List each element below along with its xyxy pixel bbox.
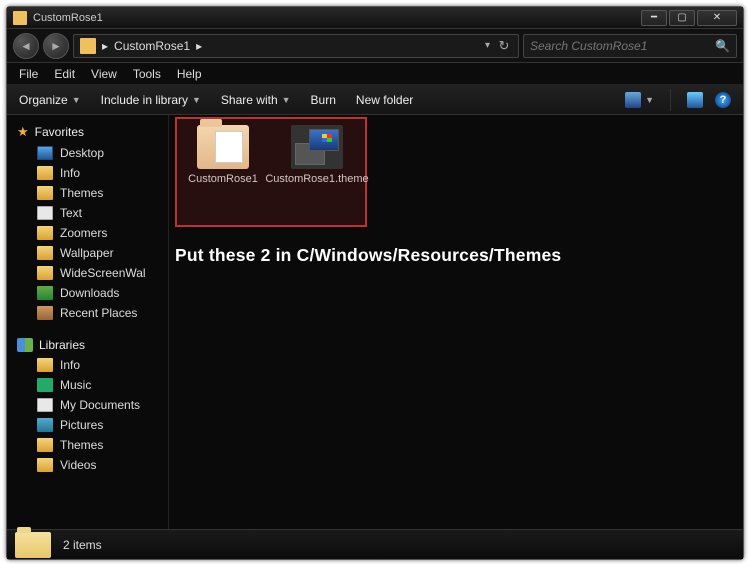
- sidebar-item[interactable]: Text: [7, 203, 168, 223]
- view-options-button[interactable]: ▼: [625, 92, 654, 108]
- folder-icon: [37, 186, 53, 200]
- menu-help[interactable]: Help: [177, 67, 202, 81]
- preview-pane-button[interactable]: [687, 92, 703, 108]
- address-bar[interactable]: ▸ CustomRose1 ▸ ▾ ↻: [73, 34, 519, 58]
- pic-icon: [37, 418, 53, 432]
- search-box[interactable]: Search CustomRose1 🔍: [523, 34, 737, 58]
- sidebar-item-label: My Documents: [60, 398, 140, 412]
- sidebar-item-label: Wallpaper: [60, 246, 114, 260]
- annotation-text: Put these 2 in C/Windows/Resources/Theme…: [175, 245, 561, 266]
- file-label: CustomRose1: [188, 173, 258, 186]
- annotation-highlight: CustomRose1 CustomRose1.theme: [175, 117, 367, 227]
- folder-icon: [37, 266, 53, 280]
- content-pane[interactable]: CustomRose1 CustomRose1.theme Put these …: [169, 115, 743, 529]
- status-folder-icon: [15, 532, 51, 558]
- explorer-window: CustomRose1 ━ ▢ ✕ ◄ ► ▸ CustomRose1 ▸ ▾ …: [6, 6, 744, 560]
- folder-icon: [80, 38, 96, 54]
- sidebar-item[interactable]: Info: [7, 355, 168, 375]
- doc-icon: [37, 398, 53, 412]
- sidebar-item[interactable]: My Documents: [7, 395, 168, 415]
- mon-icon: [37, 146, 53, 160]
- favorites-header[interactable]: ★ Favorites: [7, 121, 168, 143]
- folder-icon: [37, 438, 53, 452]
- sidebar-item[interactable]: Themes: [7, 435, 168, 455]
- search-placeholder: Search CustomRose1: [530, 39, 647, 53]
- include-library-menu[interactable]: Include in library▼: [101, 93, 201, 107]
- sidebar-item[interactable]: Info: [7, 163, 168, 183]
- item-count: 2 items: [63, 538, 102, 552]
- titlebar[interactable]: CustomRose1 ━ ▢ ✕: [7, 7, 743, 29]
- sidebar-item[interactable]: Desktop: [7, 143, 168, 163]
- help-button[interactable]: ?: [715, 92, 731, 108]
- sidebar-item[interactable]: Themes: [7, 183, 168, 203]
- folder-icon: [37, 226, 53, 240]
- sidebar-item[interactable]: Recent Places: [7, 303, 168, 323]
- sidebar-item-label: Desktop: [60, 146, 104, 160]
- window-title: CustomRose1: [33, 12, 103, 24]
- folder-icon: [197, 125, 249, 169]
- file-item-folder[interactable]: CustomRose1: [181, 125, 265, 219]
- file-item-theme[interactable]: CustomRose1.theme: [273, 125, 361, 219]
- sidebar-item[interactable]: Wallpaper: [7, 243, 168, 263]
- sidebar-item-label: Zoomers: [60, 226, 107, 240]
- sidebar-item[interactable]: Downloads: [7, 283, 168, 303]
- nav-bar: ◄ ► ▸ CustomRose1 ▸ ▾ ↻ Search CustomRos…: [7, 29, 743, 63]
- file-label: CustomRose1.theme: [265, 173, 368, 186]
- music-icon: [37, 378, 53, 392]
- sidebar-item-label: Pictures: [60, 418, 103, 432]
- navigation-pane: ★ Favorites Desktop Info Themes Text Zoomers…: [7, 115, 169, 529]
- sidebar-item-label: Downloads: [60, 286, 119, 300]
- sidebar-item-label: Info: [60, 166, 80, 180]
- path-segment[interactable]: CustomRose1: [114, 39, 190, 53]
- sidebar-item[interactable]: Zoomers: [7, 223, 168, 243]
- sidebar-item[interactable]: Music: [7, 375, 168, 395]
- burn-button[interactable]: Burn: [311, 93, 336, 107]
- refresh-button[interactable]: ↻: [496, 38, 512, 54]
- folder-icon: [37, 246, 53, 260]
- share-with-menu[interactable]: Share with▼: [221, 93, 291, 107]
- path-sep: ▸: [196, 39, 202, 53]
- command-bar: Organize▼ Include in library▼ Share with…: [7, 85, 743, 115]
- menu-tools[interactable]: Tools: [133, 67, 161, 81]
- new-folder-button[interactable]: New folder: [356, 93, 413, 107]
- separator: [670, 89, 671, 111]
- window-folder-icon: [13, 11, 27, 25]
- sidebar-item-label: Text: [60, 206, 82, 220]
- sidebar-item[interactable]: Pictures: [7, 415, 168, 435]
- rec-icon: [37, 306, 53, 320]
- search-icon: 🔍: [715, 39, 730, 53]
- sidebar-item-label: Themes: [60, 186, 103, 200]
- sidebar-item-label: Recent Places: [60, 306, 137, 320]
- maximize-button[interactable]: ▢: [669, 10, 695, 26]
- sidebar-item-label: Themes: [60, 438, 103, 452]
- dl-icon: [37, 286, 53, 300]
- sidebar-item-label: Videos: [60, 458, 96, 472]
- menu-edit[interactable]: Edit: [54, 67, 75, 81]
- folder-icon: [37, 358, 53, 372]
- sidebar-item-label: WideScreenWal: [60, 266, 146, 280]
- folder-icon: [37, 166, 53, 180]
- star-icon: ★: [17, 124, 29, 140]
- close-button[interactable]: ✕: [697, 10, 737, 26]
- status-bar: 2 items: [7, 529, 743, 559]
- sidebar-item-label: Info: [60, 358, 80, 372]
- minimize-button[interactable]: ━: [641, 10, 667, 26]
- libraries-icon: [17, 338, 33, 352]
- forward-button[interactable]: ►: [43, 33, 69, 59]
- folder-icon: [37, 458, 53, 472]
- organize-menu[interactable]: Organize▼: [19, 93, 81, 107]
- sidebar-item-label: Music: [60, 378, 91, 392]
- sidebar-item[interactable]: Videos: [7, 455, 168, 475]
- theme-file-icon: [291, 125, 343, 169]
- doc-icon: [37, 206, 53, 220]
- sidebar-item[interactable]: WideScreenWal: [7, 263, 168, 283]
- back-button[interactable]: ◄: [13, 33, 39, 59]
- history-dropdown-icon[interactable]: ▾: [485, 40, 490, 51]
- menu-view[interactable]: View: [91, 67, 117, 81]
- libraries-header[interactable]: Libraries: [7, 335, 168, 355]
- path-sep: ▸: [102, 39, 108, 53]
- menu-bar: File Edit View Tools Help: [7, 63, 743, 85]
- menu-file[interactable]: File: [19, 67, 38, 81]
